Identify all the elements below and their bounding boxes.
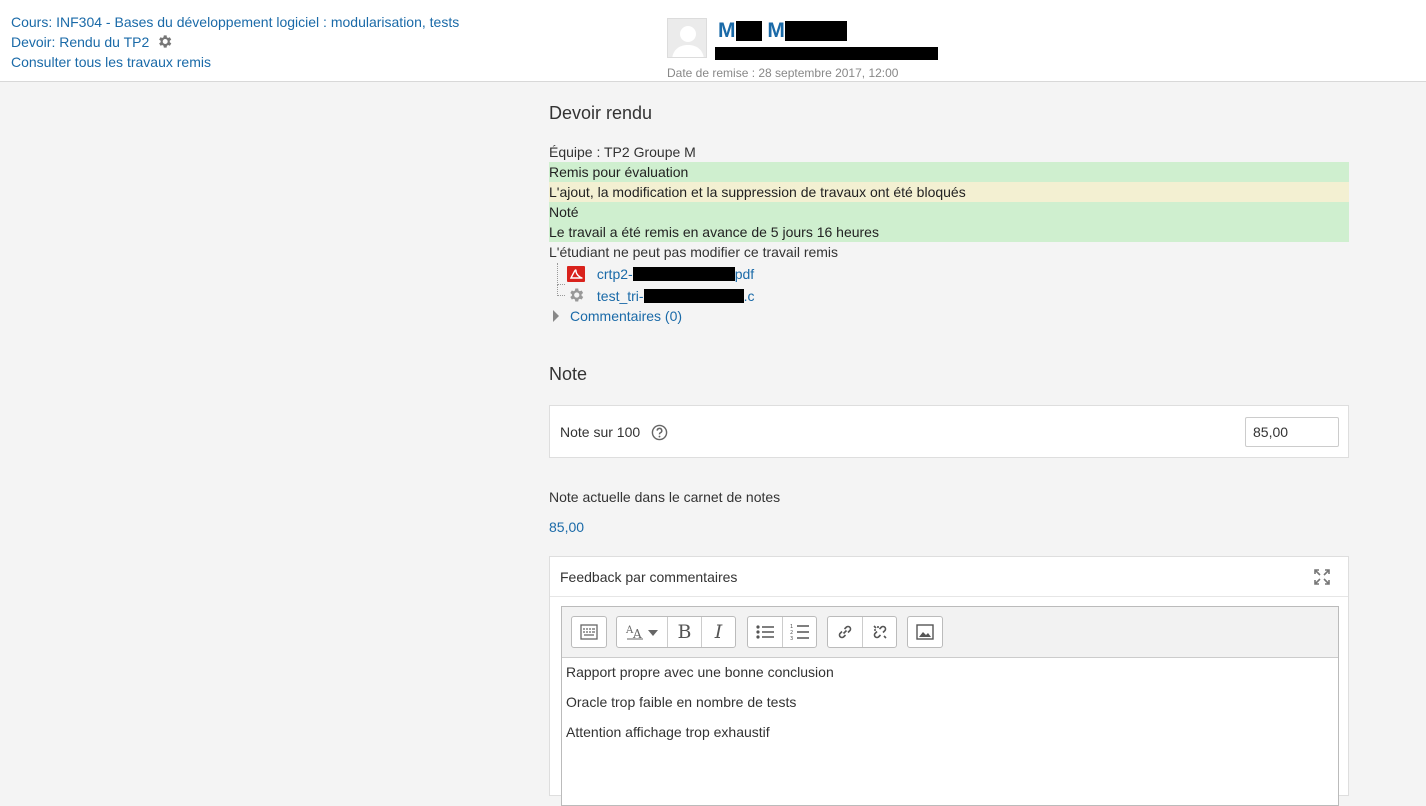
grade-panel: Note sur 100	[549, 405, 1349, 458]
fullscreen-expand-icon[interactable]	[1313, 568, 1331, 586]
caret-right-icon	[553, 310, 559, 322]
bold-icon[interactable]: B	[667, 617, 701, 647]
file-name-suffix: pdf	[734, 266, 755, 282]
avatar[interactable]	[667, 18, 707, 58]
editor-toolbar: AA B I 123	[562, 607, 1338, 658]
status-row: Remis pour évaluation	[549, 162, 1349, 182]
redaction-bar	[643, 289, 744, 303]
assignment-link[interactable]: Devoir: Rendu du TP2	[11, 34, 149, 50]
feedback-title: Feedback par commentaires	[560, 569, 738, 585]
submission-heading: Devoir rendu	[549, 103, 653, 123]
file-name-suffix: .c	[743, 288, 755, 304]
editor-content[interactable]: Rapport propre avec une bonne conclusion…	[562, 658, 1338, 760]
italic-icon[interactable]: I	[701, 617, 735, 647]
submission-status: Équipe : TP2 Groupe M Remis pour évaluat…	[549, 142, 1349, 262]
grade-label: Note sur 100	[560, 424, 641, 440]
rich-text-editor[interactable]: AA B I 123 Rapport propre avec une bonne…	[561, 606, 1339, 806]
team-label: Équipe : TP2 Groupe M	[549, 144, 696, 160]
redaction-bar	[735, 21, 762, 42]
user-name-initial: M	[718, 19, 736, 42]
file-name-prefix: test_tri-	[596, 288, 644, 304]
numbered-list-icon[interactable]: 123	[782, 617, 816, 647]
grade-heading: Note	[549, 364, 588, 384]
file-item[interactable]: test_tri- .c	[557, 285, 754, 307]
redaction-bar	[784, 21, 847, 42]
view-all-submissions-link[interactable]: Consulter tous les travaux remis	[11, 54, 211, 70]
page-header: Cours: INF304 - Bases du développement l…	[0, 0, 1426, 82]
file-link[interactable]: crtp2- pdf	[597, 266, 754, 282]
source-file-gear-icon	[567, 286, 585, 302]
comments-toggle[interactable]: Commentaires (0)	[553, 307, 682, 325]
feedback-line: Rapport propre avec une bonne conclusion	[566, 664, 834, 680]
pdf-icon	[567, 266, 585, 282]
status-row: L'ajout, la modification et la suppressi…	[549, 182, 1349, 202]
comments-link[interactable]: Commentaires (0)	[570, 308, 682, 324]
help-icon[interactable]	[651, 424, 668, 444]
feedback-line: Attention affichage trop exhaustif	[566, 724, 770, 740]
font-style-icon[interactable]: AA	[617, 617, 667, 647]
unlink-icon[interactable]	[862, 617, 896, 647]
bullet-list-icon[interactable]	[748, 617, 782, 647]
current-grade-label: Note actuelle dans le carnet de notes	[549, 489, 781, 505]
file-link[interactable]: test_tri- .c	[597, 288, 755, 304]
file-tree: crtp2- pdf test_tri- .c	[557, 263, 754, 307]
file-name-prefix: crtp2-	[596, 266, 633, 282]
current-grade-link[interactable]: 85,00	[549, 519, 584, 535]
user-name[interactable]: M M	[718, 18, 847, 44]
due-date: Date de remise : 28 septembre 2017, 12:0…	[667, 66, 899, 80]
feedback-panel: Feedback par commentaires AA B I 1 2 3 R…	[549, 556, 1349, 806]
image-icon[interactable]	[908, 617, 942, 647]
breadcrumb: Cours: INF304 - Bases du développement l…	[11, 12, 459, 72]
toolbar-toggle-icon[interactable]	[572, 617, 606, 647]
link-icon[interactable]	[828, 617, 862, 647]
redaction-bar	[715, 47, 938, 60]
user-name-initial: M	[767, 19, 785, 42]
course-link[interactable]: Cours: INF304 - Bases du développement l…	[11, 14, 459, 30]
redaction-bar	[632, 267, 735, 281]
feedback-line: Oracle trop faible en nombre de tests	[566, 694, 797, 710]
grade-input[interactable]	[1245, 417, 1339, 447]
status-row: Noté	[549, 202, 1349, 222]
file-item[interactable]: crtp2- pdf	[557, 263, 754, 285]
status-row: Le travail a été remis en avance de 5 jo…	[549, 222, 1349, 242]
cannot-modify-note: L'étudiant ne peut pas modifier ce trava…	[549, 244, 839, 260]
svg-text:3: 3	[790, 636, 793, 641]
